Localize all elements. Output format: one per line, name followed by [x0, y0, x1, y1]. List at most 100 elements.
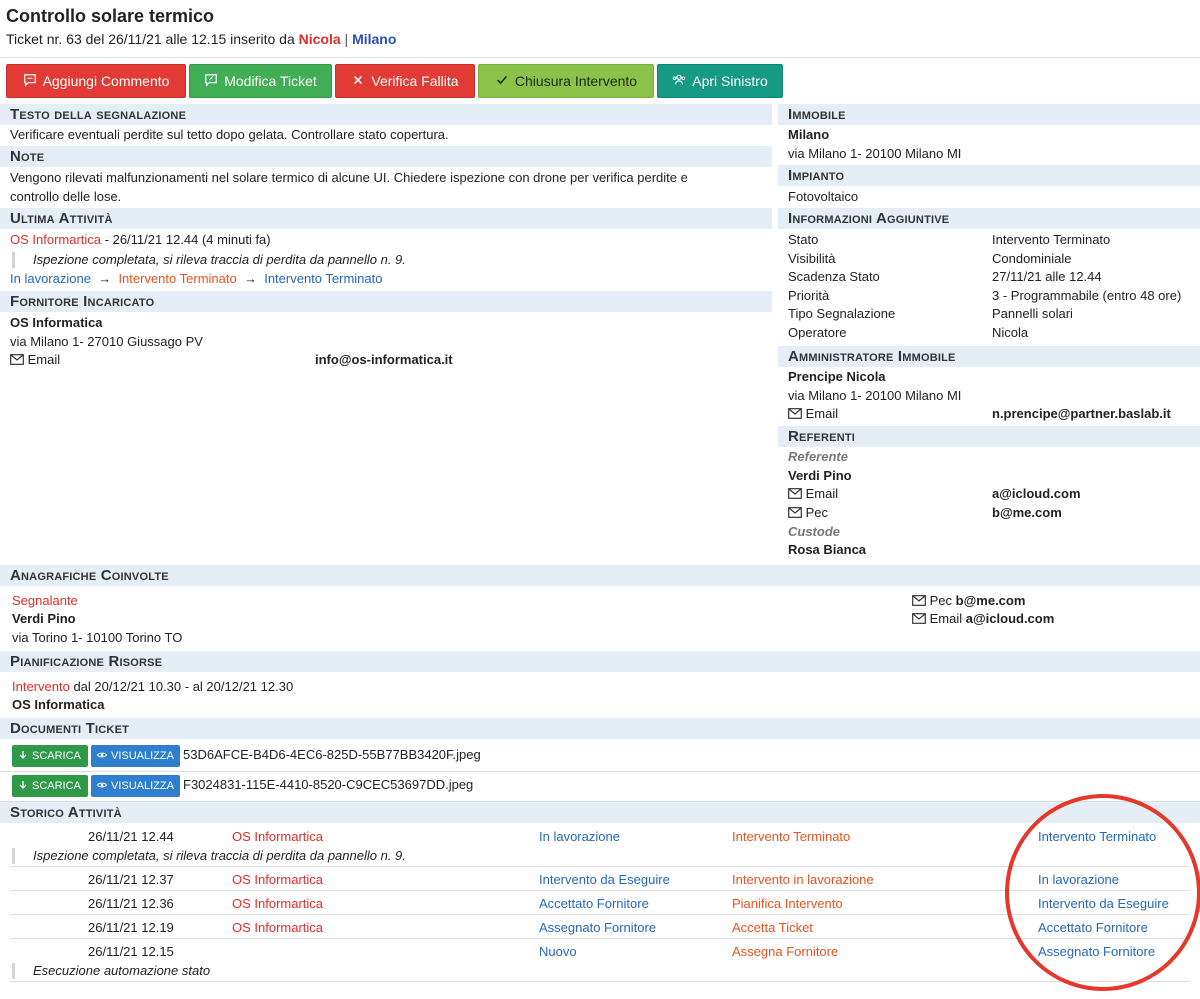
subtitle-separator: |: [344, 31, 349, 47]
report-heading: Testo della segnalazione: [0, 104, 772, 125]
extra-info-value: 27/11/21 alle 12.44: [992, 269, 1102, 285]
open-claim-label: Apri Sinistro: [692, 73, 768, 89]
action-toolbar: Aggiungi Commento Modifica Ticket Verifi…: [6, 64, 783, 98]
close-icon: [351, 73, 365, 90]
last-activity-from: In lavorazione: [10, 271, 91, 286]
referents-heading: Referenti: [778, 426, 1200, 447]
annotation-circle: [1005, 794, 1200, 991]
add-comment-button[interactable]: Aggiungi Commento: [6, 64, 186, 98]
edit-ticket-button[interactable]: Modifica Ticket: [189, 64, 332, 98]
extra-info-value: Pannelli solari: [992, 306, 1073, 322]
history-from-status: Assegnato Fornitore: [539, 920, 657, 935]
history-to-status: In lavorazione: [1038, 872, 1119, 887]
history-heading: Storico Attività: [0, 802, 1200, 823]
page-title: Controllo solare termico: [6, 6, 215, 26]
admin-heading: Amministratore Immobile: [778, 346, 1200, 367]
extra-info-value: Nicola: [992, 325, 1029, 340]
close-intervention-label: Chiusura Intervento: [514, 73, 638, 89]
history-comment: Esecuzione automazione stato: [12, 963, 210, 979]
extra-info-label: Operatore: [788, 325, 847, 340]
document-filename[interactable]: F3024831-115E-4410-8520-C9CEC53697DD.jpe…: [183, 777, 473, 793]
close-intervention-button[interactable]: Chiusura Intervento: [478, 64, 654, 98]
history-from-status: In lavorazione: [539, 829, 620, 844]
report-text: Verificare eventuali perdite sul tetto d…: [10, 127, 449, 142]
history-action: Intervento Terminato: [732, 829, 851, 844]
envelope-icon: [912, 611, 926, 626]
view-button[interactable]: VISUALIZZA: [91, 775, 180, 797]
property-heading: Immobile: [778, 104, 1200, 125]
notes-line-2: controllo delle lose.: [10, 189, 122, 204]
history-from-status: Intervento da Eseguire: [539, 872, 670, 887]
history-who: OS Informartica: [232, 872, 324, 887]
referent-email[interactable]: a@icloud.com: [992, 486, 1081, 502]
history-action: Intervento in lavorazione: [732, 872, 874, 887]
referent-email-label: Email: [788, 486, 838, 502]
involved-pec: Pec b@me.com: [912, 593, 1025, 609]
history-to-status: Intervento Terminato: [1038, 829, 1157, 844]
last-activity-transition: In lavorazione → Intervento Terminato → …: [10, 271, 382, 287]
supplier-heading: Fornitore Incaricato: [0, 291, 772, 312]
involved-role: Segnalante: [12, 593, 78, 608]
arrow-right-icon: →: [240, 271, 261, 286]
ticket-location-link[interactable]: Milano: [352, 31, 396, 47]
notes-heading: Note: [0, 146, 772, 167]
history-date: 26/11/21 12.19: [88, 920, 174, 935]
ticket-subtitle: Ticket nr. 63 del 26/11/21 alle 12.15 in…: [6, 31, 1194, 47]
referent-pec[interactable]: b@me.com: [992, 505, 1062, 521]
involved-pec-value[interactable]: b@me.com: [956, 593, 1026, 608]
open-claim-button[interactable]: Apri Sinistro: [657, 64, 783, 98]
add-comment-label: Aggiungi Commento: [42, 73, 170, 89]
planning-range: Intervento dal 20/12/21 10.30 - al 20/12…: [12, 679, 293, 695]
arrow-down-icon: [18, 780, 28, 793]
download-button[interactable]: SCARICA: [12, 775, 88, 797]
referent-role: Referente: [788, 449, 848, 464]
admin-name: Prencipe Nicola: [788, 369, 886, 384]
last-activity-meta: OS Informartica - 26/11/21 12.44 (4 minu…: [10, 232, 271, 248]
documents-heading: Documenti Ticket: [0, 718, 1200, 739]
supplier-name: OS Informatica: [10, 315, 103, 330]
history-action: Pianifica Intervento: [732, 896, 843, 911]
ticket-author-link[interactable]: Nicola: [299, 31, 341, 47]
history-row-divider: [10, 914, 1190, 915]
extra-info-label: Stato: [788, 232, 819, 247]
envelope-icon: [788, 505, 802, 520]
admin-email[interactable]: n.prencipe@partner.baslab.it: [992, 406, 1171, 422]
view-button[interactable]: VISUALIZZA: [91, 745, 180, 767]
admin-address: via Milano 1- 20100 Milano MI: [788, 388, 962, 403]
arrow-down-icon: [18, 750, 28, 763]
users-icon: [672, 73, 686, 90]
history-to-status: Accettato Fornitore: [1038, 920, 1148, 935]
planning-type: Intervento: [12, 679, 70, 694]
history-date: 26/11/21 12.37: [88, 872, 174, 887]
ticket-header: Controllo solare termico Ticket nr. 63 d…: [0, 0, 1200, 58]
history-from-status: Nuovo: [539, 944, 577, 959]
arrow-right-icon: →: [94, 271, 115, 286]
extra-info-label: Tipo Segnalazione: [788, 306, 896, 322]
document-filename[interactable]: 53D6AFCE-B4D6-4EC6-825D-55B77BB3420F.jpe…: [183, 747, 481, 763]
plant-value: Fotovoltaico: [788, 189, 859, 204]
history-to-status: Intervento da Eseguire: [1038, 896, 1169, 911]
envelope-icon: [912, 593, 926, 608]
history-who: OS Informartica: [232, 920, 324, 935]
check-icon: [495, 73, 509, 90]
referent-pec-caption: Pec: [805, 505, 829, 520]
extra-info-heading: Informazioni Aggiuntive: [778, 208, 1200, 229]
failed-check-button[interactable]: Verifica Fallita: [335, 64, 475, 98]
supplier-email[interactable]: info@os-informatica.it: [315, 352, 453, 368]
last-activity-to: Intervento Terminato: [264, 271, 383, 286]
supplier-address: via Milano 1- 27010 Giussago PV: [10, 334, 203, 349]
extra-info-label: Scadenza Stato: [788, 269, 880, 285]
history-date: 26/11/21 12.36: [88, 896, 174, 911]
download-button[interactable]: SCARICA: [12, 745, 88, 767]
supplier-email-caption: Email: [27, 352, 61, 367]
edit-comment-icon: [204, 73, 218, 90]
edit-ticket-label: Modifica Ticket: [224, 73, 317, 89]
last-activity-when: - 26/11/21 12.44 (4 minuti fa): [101, 232, 271, 247]
planning-dates: dal 20/12/21 10.30 - al 20/12/21 12.30: [69, 679, 294, 694]
history-date: 26/11/21 12.44: [88, 829, 174, 844]
failed-check-label: Verifica Fallita: [371, 73, 459, 89]
download-label: SCARICA: [32, 750, 81, 762]
involved-email-value[interactable]: a@icloud.com: [966, 611, 1055, 626]
history-date: 26/11/21 12.15: [88, 944, 174, 959]
last-activity-comment: Ispezione completata, si rileva traccia …: [12, 252, 406, 268]
